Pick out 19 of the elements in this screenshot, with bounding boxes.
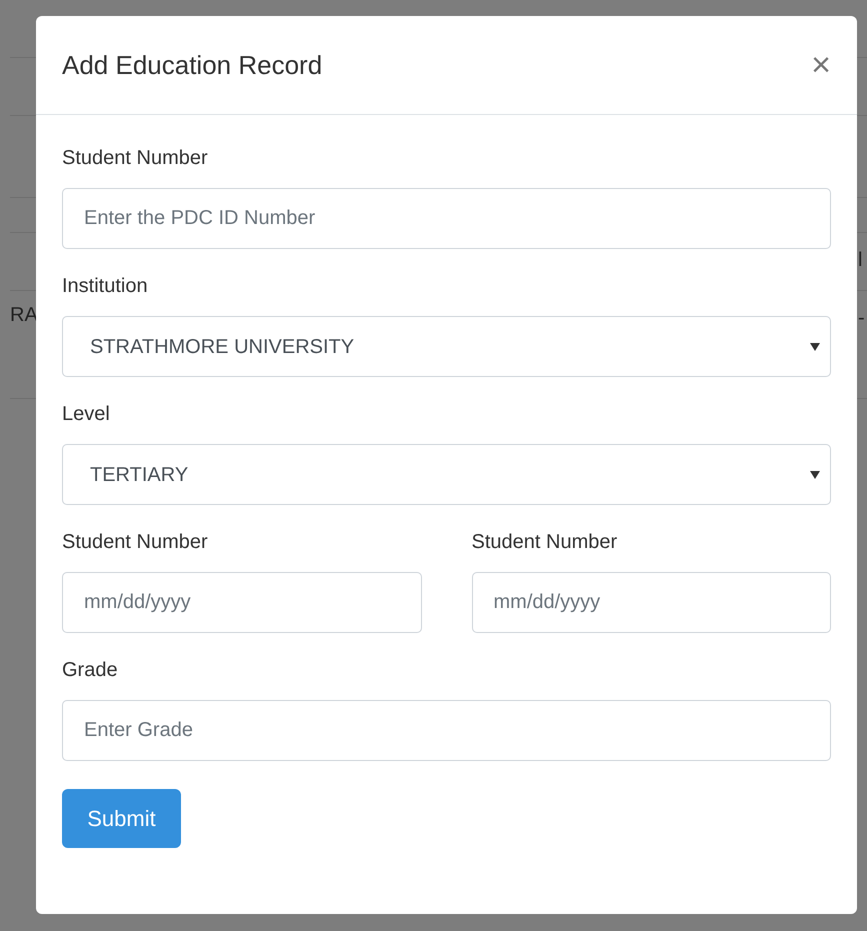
field-label: Institution xyxy=(62,274,149,299)
field-label: Student Number xyxy=(62,146,209,171)
background-text: l xyxy=(858,248,862,273)
modal-title: Add Education Record xyxy=(62,48,322,82)
select-field[interactable]: TERTIARY xyxy=(62,444,831,505)
input-field[interactable]: Enter Grade xyxy=(62,700,831,761)
caret-icon xyxy=(810,470,820,478)
input-field[interactable]: Enter the PDC ID Number xyxy=(62,188,831,249)
input-field[interactable]: mm/dd/yyyy xyxy=(472,572,831,633)
select-field[interactable]: STRATHMORE UNIVERSITY xyxy=(62,316,831,377)
background-text: - xyxy=(858,306,865,331)
caret-icon xyxy=(810,342,820,350)
field-label: Grade xyxy=(62,658,119,683)
close-button[interactable]: × xyxy=(811,48,831,82)
field-label: Student Number xyxy=(62,530,209,555)
field-label: Level xyxy=(62,402,111,427)
input-field[interactable]: mm/dd/yyyy xyxy=(62,572,422,633)
field-label: Student Number xyxy=(472,530,618,555)
background-text: RA xyxy=(10,303,38,328)
